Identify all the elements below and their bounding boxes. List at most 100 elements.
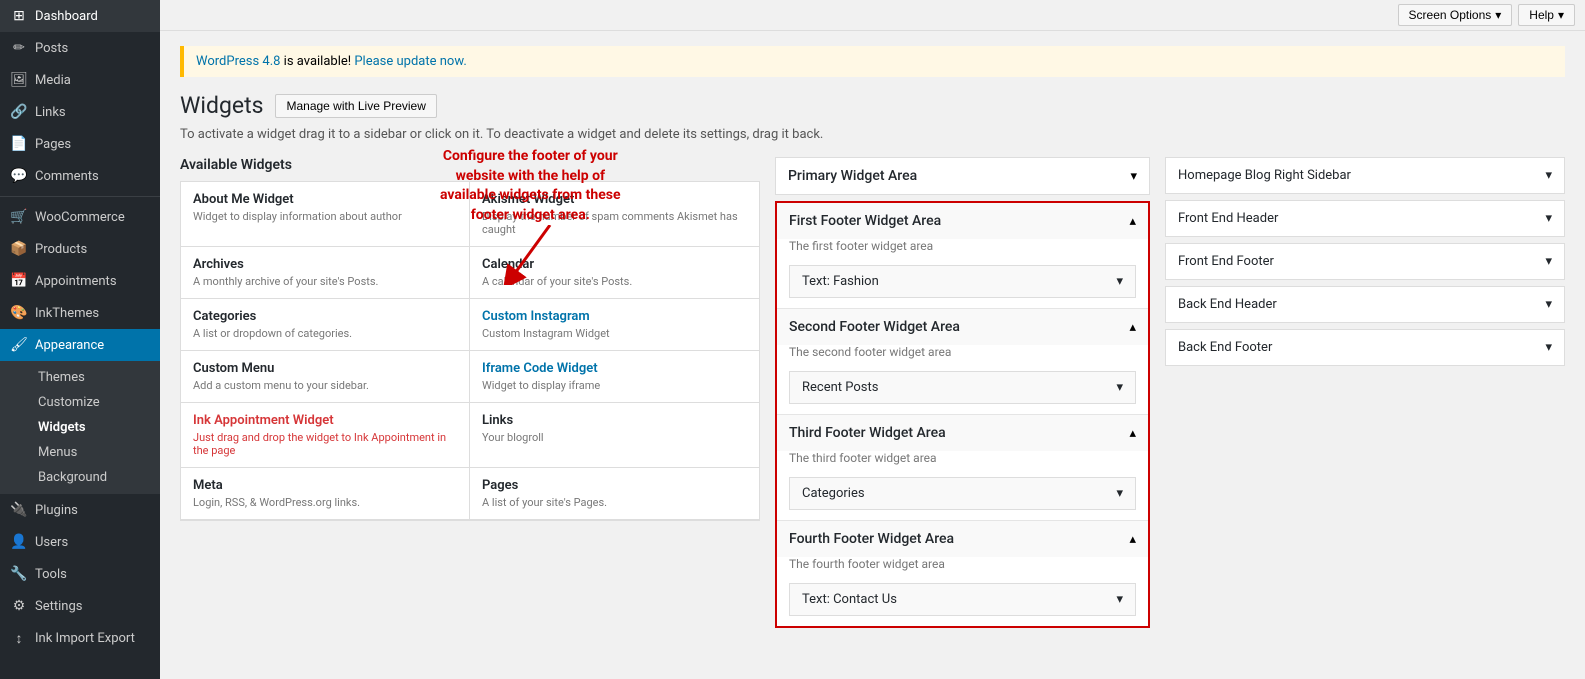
list-item[interactable]: Iframe Code Widget Widget to display ifr…	[470, 351, 759, 403]
list-item[interactable]: Akismet Widget Display the number of spa…	[470, 182, 759, 247]
sidebar-item-woocommerce[interactable]: 🛒 WooCommerce	[0, 201, 160, 233]
first-footer-widget[interactable]: Text: Fashion ▾	[789, 265, 1136, 298]
list-item[interactable]: Categories A list or dropdown of categor…	[181, 299, 470, 351]
page-description: To activate a widget drag it to a sideba…	[180, 127, 1565, 142]
widget-desc: Display the number of spam comments Akis…	[482, 210, 747, 236]
widget-name: Pages	[482, 478, 747, 493]
widget-desc: Custom Instagram Widget	[482, 327, 747, 340]
sidebar-item-comments[interactable]: 💬 Comments	[0, 160, 160, 192]
sidebar-item-inkthemes[interactable]: 🎨 InkThemes	[0, 297, 160, 329]
fourth-footer-area-header[interactable]: Fourth Footer Widget Area ▴	[777, 521, 1148, 557]
sidebar-item-dashboard[interactable]: ⊞ Dashboard	[0, 0, 160, 32]
inkthemes-icon: 🎨	[10, 305, 28, 321]
list-item[interactable]: Calendar A calendar of your site's Posts…	[470, 247, 759, 299]
second-footer-widget-area: Second Footer Widget Area ▴ The second f…	[777, 309, 1148, 415]
sidebar: ⊞ Dashboard ✏ Posts 🖼 Media 🔗 Links 📄 Pa…	[0, 0, 160, 679]
live-preview-button[interactable]: Manage with Live Preview	[275, 94, 436, 118]
appearance-submenu: Themes Customize Widgets Menus Backgroun…	[0, 361, 160, 494]
available-widgets-title: Available Widgets	[180, 157, 760, 173]
comments-icon: 💬	[10, 168, 28, 184]
sidebar-item-tools[interactable]: 🔧 Tools	[0, 558, 160, 590]
chevron-down-icon-w2: ▾	[1116, 380, 1123, 395]
first-footer-title: First Footer Widget Area	[789, 213, 941, 229]
chevron-down-icon-help: ▾	[1558, 8, 1564, 22]
widget-desc: A calendar of your site's Posts.	[482, 275, 747, 288]
sidebar-sub-customize[interactable]: Customize	[28, 390, 160, 415]
sidebar-sub-menus[interactable]: Menus	[28, 440, 160, 465]
widget-areas: Primary Widget Area ▾ First Footer Widge…	[775, 157, 1150, 628]
chevron-up-icon-4: ▴	[1129, 532, 1136, 547]
sidebar-sub-themes[interactable]: Themes	[28, 365, 160, 390]
main-content: Screen Options ▾ Help ▾ WordPress 4.8 is…	[160, 0, 1585, 679]
second-footer-widget[interactable]: Recent Posts ▾	[789, 371, 1136, 404]
right-panel-item-3[interactable]: Back End Header ▾	[1165, 286, 1565, 323]
widget-desc: Widget to display information about auth…	[193, 210, 457, 223]
widget-desc: A monthly archive of your site's Posts.	[193, 275, 457, 288]
page-header: Widgets Manage with Live Preview	[180, 92, 1565, 119]
first-footer-area-header[interactable]: First Footer Widget Area ▴	[777, 203, 1148, 239]
list-item[interactable]: Custom Menu Add a custom menu to your si…	[181, 351, 470, 403]
users-icon: 👤	[10, 534, 28, 550]
sidebar-item-media[interactable]: 🖼 Media	[0, 64, 160, 96]
footer-areas-wrapper: First Footer Widget Area ▴ The first foo…	[775, 201, 1150, 628]
second-footer-desc: The second footer widget area	[777, 345, 1148, 365]
sidebar-sub-widgets[interactable]: Widgets	[28, 415, 160, 440]
sidebar-item-appearance[interactable]: 🖌 Appearance	[0, 329, 160, 361]
products-icon: 📦	[10, 241, 28, 257]
content-wrapper: Configure the footer of yourwebsite with…	[180, 157, 1565, 628]
chevron-up-icon-2: ▴	[1129, 320, 1136, 335]
widget-desc: A list of your site's Pages.	[482, 496, 747, 509]
media-icon: 🖼	[10, 72, 28, 88]
chevron-down-icon-w3: ▾	[1116, 486, 1123, 501]
sidebar-item-posts[interactable]: ✏ Posts	[0, 32, 160, 64]
sidebar-item-links[interactable]: 🔗 Links	[0, 96, 160, 128]
plugins-icon: 🔌	[10, 502, 28, 518]
sidebar-item-pages[interactable]: 📄 Pages	[0, 128, 160, 160]
second-footer-area-header[interactable]: Second Footer Widget Area ▴	[777, 309, 1148, 345]
chevron-down-icon-r1: ▾	[1545, 211, 1552, 226]
ink-import-export-icon: ↕	[10, 630, 28, 647]
right-panel-item-2[interactable]: Front End Footer ▾	[1165, 243, 1565, 280]
topbar: Screen Options ▾ Help ▾	[160, 0, 1585, 31]
links-icon: 🔗	[10, 104, 28, 120]
chevron-down-icon-r0: ▾	[1545, 168, 1552, 183]
widget-name: Calendar	[482, 257, 747, 272]
list-item[interactable]: Links Your blogroll	[470, 403, 759, 468]
widgets-container: Available Widgets About Me Widget Widget…	[180, 157, 1565, 628]
help-button[interactable]: Help ▾	[1518, 4, 1575, 26]
fourth-footer-desc: The fourth footer widget area	[777, 557, 1148, 577]
third-footer-widget[interactable]: Categories ▾	[789, 477, 1136, 510]
screen-options-button[interactable]: Screen Options ▾	[1398, 4, 1513, 26]
wp-version-link[interactable]: WordPress 4.8	[196, 54, 280, 69]
right-panel-item-4[interactable]: Back End Footer ▾	[1165, 329, 1565, 366]
list-item[interactable]: Pages A list of your site's Pages.	[470, 468, 759, 520]
list-item[interactable]: Custom Instagram Custom Instagram Widget	[470, 299, 759, 351]
primary-area-header[interactable]: Primary Widget Area ▾	[776, 158, 1149, 194]
sidebar-sub-background[interactable]: Background	[28, 465, 160, 490]
right-panel-item-1[interactable]: Front End Header ▾	[1165, 200, 1565, 237]
right-panel-item-0[interactable]: Homepage Blog Right Sidebar ▾	[1165, 157, 1565, 194]
page-title: Widgets	[180, 92, 263, 119]
list-item[interactable]: Ink Appointment Widget Just drag and dro…	[181, 403, 470, 468]
widget-name: Akismet Widget	[482, 192, 747, 207]
list-item[interactable]: Meta Login, RSS, & WordPress.org links.	[181, 468, 470, 520]
right-panel: Homepage Blog Right Sidebar ▾ Front End …	[1165, 157, 1565, 628]
list-item[interactable]: Archives A monthly archive of your site'…	[181, 247, 470, 299]
widget-desc: A list or dropdown of categories.	[193, 327, 457, 340]
widget-name: Links	[482, 413, 747, 428]
sidebar-item-settings[interactable]: ⚙ Settings	[0, 590, 160, 622]
widget-name: Categories	[193, 309, 457, 324]
primary-area-title: Primary Widget Area	[788, 168, 917, 184]
sidebar-item-appointments[interactable]: 📅 Appointments	[0, 265, 160, 297]
sidebar-item-plugins[interactable]: 🔌 Plugins	[0, 494, 160, 526]
third-footer-area-header[interactable]: Third Footer Widget Area ▴	[777, 415, 1148, 451]
sidebar-item-products[interactable]: 📦 Products	[0, 233, 160, 265]
update-now-link[interactable]: Please update now.	[354, 54, 466, 69]
list-item[interactable]: About Me Widget Widget to display inform…	[181, 182, 470, 247]
fourth-footer-widget[interactable]: Text: Contact Us ▾	[789, 583, 1136, 616]
widget-desc: Just drag and drop the widget to Ink App…	[193, 431, 457, 457]
sidebar-item-users[interactable]: 👤 Users	[0, 526, 160, 558]
chevron-up-icon-3: ▴	[1129, 426, 1136, 441]
widget-name: Custom Menu	[193, 361, 457, 376]
sidebar-item-ink-import-export[interactable]: ↕ Ink Import Export	[0, 622, 160, 655]
